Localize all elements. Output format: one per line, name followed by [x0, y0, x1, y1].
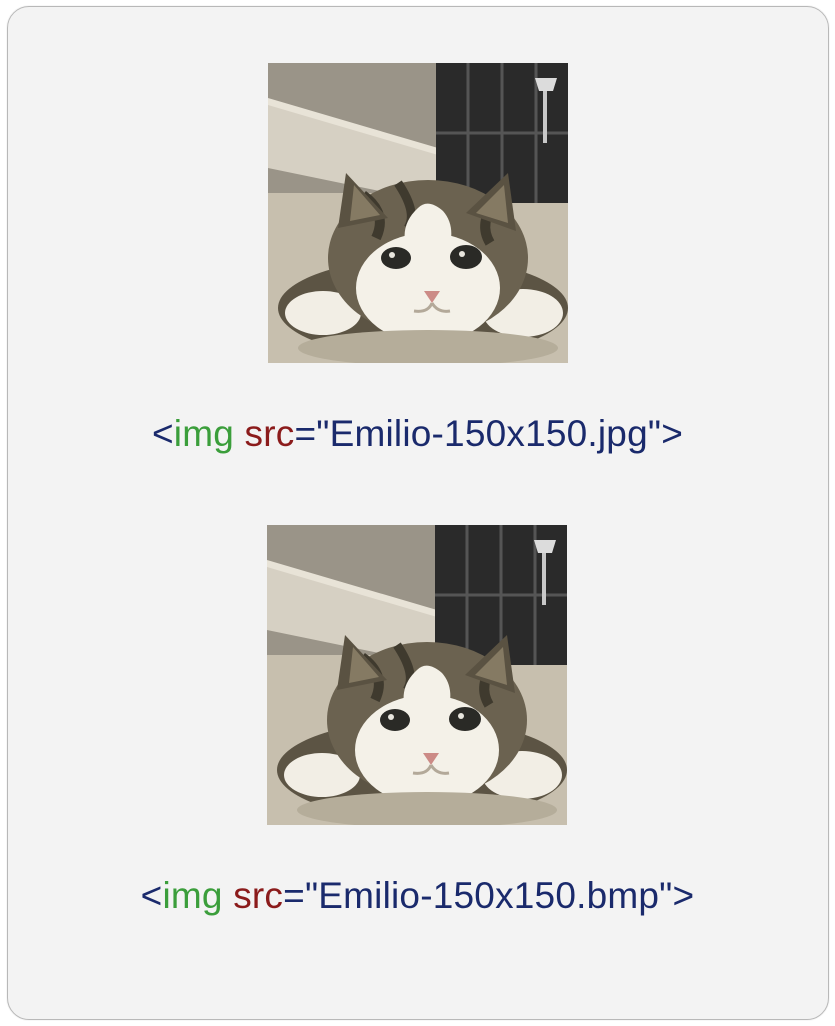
bracket-close: > [673, 875, 695, 916]
equals-sign: = [283, 875, 305, 916]
attr-name: src [233, 875, 283, 916]
code-snippet: <img src="Emilio-150x150.bmp"> [141, 875, 695, 917]
tag-name: img [174, 413, 234, 454]
example-card: <img src="Emilio-150x150.jpg"> [7, 6, 829, 1020]
cat-image [267, 525, 567, 825]
bracket-close: > [661, 413, 683, 454]
example-block: <img src="Emilio-150x150.bmp"> [141, 525, 695, 917]
equals-sign: = [294, 413, 316, 454]
tag-name: img [162, 875, 222, 916]
example-block: <img src="Emilio-150x150.jpg"> [152, 63, 683, 455]
bracket-open: < [141, 875, 163, 916]
attr-name: src [245, 413, 295, 454]
attr-value: "Emilio-150x150.bmp" [305, 875, 673, 916]
bracket-open: < [152, 413, 174, 454]
attr-value: "Emilio-150x150.jpg" [316, 413, 661, 454]
cat-image [268, 63, 568, 363]
code-snippet: <img src="Emilio-150x150.jpg"> [152, 413, 683, 455]
